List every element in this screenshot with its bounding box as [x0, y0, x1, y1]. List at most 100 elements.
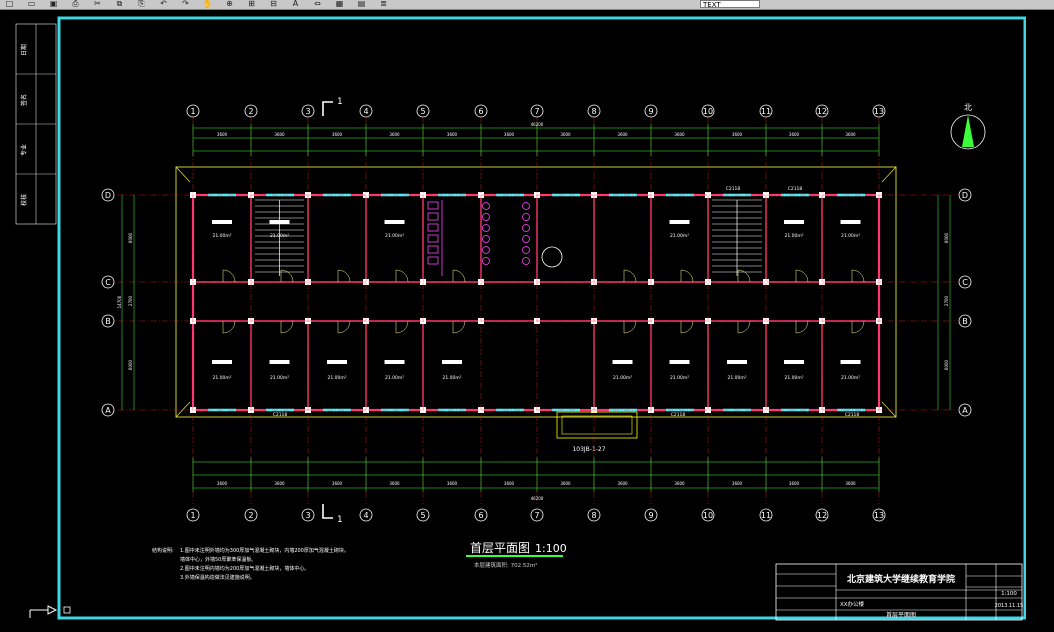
dim-label: 3600 [332, 481, 343, 486]
grid-label: 2 [248, 511, 253, 520]
dim-label: 3600 [617, 481, 628, 486]
notes-heading: 结构说明: [152, 547, 174, 554]
grid-label: 11 [761, 107, 771, 116]
properties-icon[interactable]: ▤ [356, 0, 367, 8]
dim-label: 6000 [944, 232, 949, 243]
grid-label: 6 [478, 107, 483, 116]
window-tag: C2118 [788, 186, 803, 192]
dim-label: 3600 [789, 132, 800, 137]
dim-label: 3600 [217, 132, 228, 137]
copy-icon[interactable]: ⧉ [114, 0, 125, 8]
dimension-style-icon[interactable]: ⇔ [312, 0, 323, 8]
room-area: 21.00m² [841, 233, 860, 239]
dim-label: 2700 [128, 295, 133, 306]
zoom-previous-icon[interactable]: ⊟ [268, 0, 279, 8]
general-notes: 结构说明: 1.图中未注明外墙均为300厚加气混凝土砌块，内墙200厚加气混凝土砌… [152, 547, 349, 581]
dim-label: 3600 [674, 132, 685, 137]
room-area: 21.00m² [212, 233, 231, 239]
grid-label: 1 [190, 511, 195, 520]
room-area: 21.00m² [841, 375, 860, 381]
strip-label: 日期 [20, 44, 28, 56]
svg-text:1: 1 [337, 97, 343, 107]
grid-label: 3 [305, 107, 310, 116]
redo-icon[interactable]: ↷ [180, 0, 191, 8]
dim-overall: 46200 [531, 496, 544, 501]
area-note: 本层建筑面积: 702.52m² [474, 561, 537, 569]
grid-label: 10 [703, 511, 713, 520]
section-mark-bottom: 1 [322, 504, 343, 525]
title-date: 2013.11.15 [995, 603, 1024, 609]
drawing-canvas[interactable]: 日期 签名 专业 校核 103JB-1-27 1 1 2 2 3 3 4 4 5 5 6 6 7 7 8 8 9 9 10… [0, 10, 1054, 628]
canvas-edge [1026, 10, 1054, 628]
grid-label: 4 [363, 107, 368, 116]
room-area: 21.00m² [442, 375, 461, 381]
table-icon[interactable]: ▦ [334, 0, 345, 8]
dim-label: 3600 [560, 132, 571, 137]
exterior-wall [191, 193, 881, 412]
zoom-window-icon[interactable]: ⊞ [246, 0, 257, 8]
dim-overall: 46200 [531, 122, 544, 127]
print-icon[interactable]: ⎙ [70, 0, 81, 8]
text-style-icon[interactable]: A [290, 0, 301, 8]
grid-label: 5 [420, 511, 425, 520]
grid-label: 8 [591, 107, 596, 116]
grid-label: 10 [703, 107, 713, 116]
room-area: 21.00m² [784, 375, 803, 381]
grid-label: 11 [761, 511, 771, 520]
grid-label: 3 [305, 511, 310, 520]
walls-layer: 103JB-1-27 [190, 192, 882, 453]
undo-icon[interactable]: ↶ [158, 0, 169, 8]
stair-tag: 103JB-1-27 [572, 446, 605, 453]
layer-icon[interactable]: ≣ [378, 0, 389, 8]
window-tag: C2118 [845, 412, 860, 418]
north-arrow: 北 [950, 103, 986, 150]
grid-label: 6 [478, 511, 483, 520]
grid-label: 12 [817, 511, 827, 520]
grid-label: 7 [534, 107, 539, 116]
grid-label: A [105, 406, 111, 415]
room-area: 21.00m² [385, 375, 404, 381]
text-style-combo[interactable]: TEXT [700, 0, 760, 9]
note-line: 3.外墙保温构造做法见建施说明。 [180, 574, 255, 581]
dim-label: 3600 [504, 481, 515, 486]
dim-label: 2700 [944, 295, 949, 306]
room-area: 21.00m² [385, 233, 404, 239]
room-area: 21.00m² [670, 233, 689, 239]
grid-label: 2 [248, 107, 253, 116]
new-icon[interactable]: □ [4, 0, 15, 8]
save-icon[interactable]: ▣ [48, 0, 59, 8]
dim-label: 3600 [217, 481, 228, 486]
room-area: 21.00m² [727, 375, 746, 381]
grid-label: 8 [591, 511, 596, 520]
dim-label: 6000 [128, 359, 133, 370]
title-scale: 1:100 [1001, 591, 1017, 597]
dim-label: 6000 [128, 232, 133, 243]
dim-label: 3600 [332, 132, 343, 137]
room-area: 21.00m² [670, 375, 689, 381]
zoom-icon[interactable]: ⊕ [224, 0, 235, 8]
dim-label: 3600 [845, 481, 856, 486]
grid-label: 9 [648, 107, 653, 116]
grid-label: 1 [190, 107, 195, 116]
room-area: 21.00m² [212, 375, 231, 381]
dim-label: 3600 [389, 481, 400, 486]
dim-label: 3600 [789, 481, 800, 486]
grid-label: A [962, 406, 968, 415]
north-label: 北 [964, 103, 972, 112]
window-tag: C2118 [671, 412, 686, 418]
dim-label: 3600 [274, 132, 285, 137]
drawing-title: 首层平面图 [470, 541, 530, 555]
drawing-scale: 1:100 [535, 542, 567, 555]
rooms-layer: 21.00m² 21.00m² 21.00m² 21.00m² 21.00m² 21.00… [212, 186, 861, 418]
paste-icon[interactable]: ⎘ [136, 0, 147, 8]
open-icon[interactable]: ▭ [26, 0, 37, 8]
window-tag: C2118 [726, 186, 741, 192]
cut-icon[interactable]: ✂ [92, 0, 103, 8]
dim-label: 3600 [504, 132, 515, 137]
grid-label: 12 [817, 107, 827, 116]
grid-label: 7 [534, 511, 539, 520]
pan-icon[interactable]: ✋ [202, 0, 213, 8]
note-line: 2.图中未注明内墙均为200厚加气混凝土砌块，墙体中心。 [180, 565, 309, 572]
grid-label: 13 [874, 107, 884, 116]
strip-label: 专业 [20, 144, 28, 156]
